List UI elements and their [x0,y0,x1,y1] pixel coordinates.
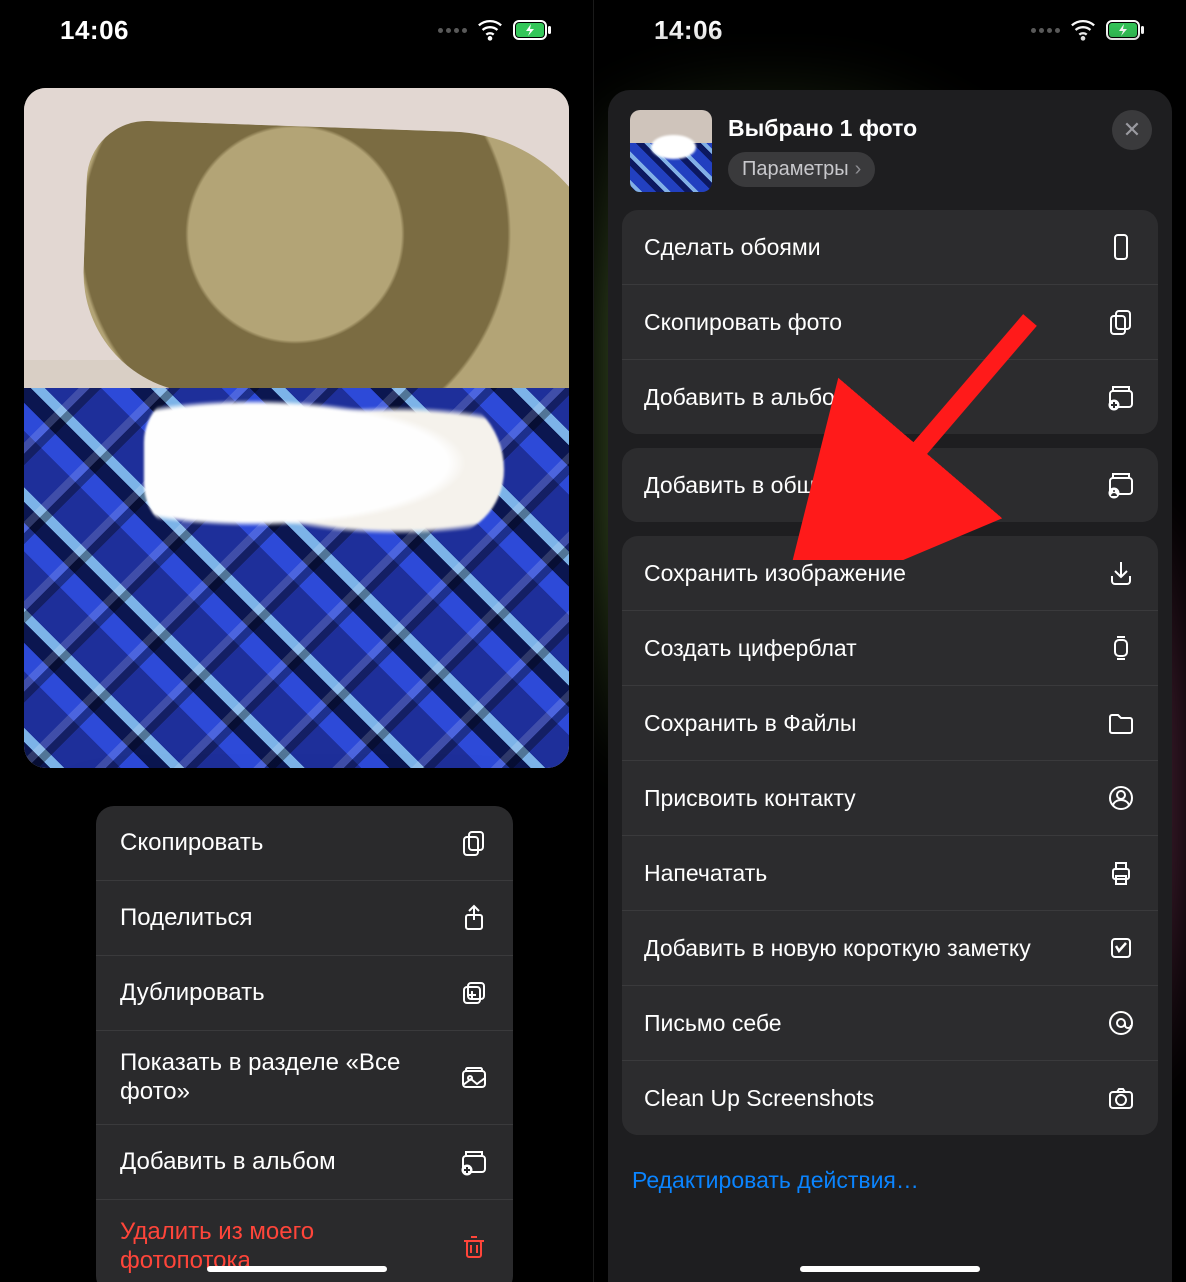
menu-item-duplicate[interactable]: Дублировать [96,955,513,1030]
action-print[interactable]: Напечатать [622,835,1158,910]
share-icon [459,903,489,933]
action-label: Сделать обоями [644,234,1106,261]
action-save-to-files[interactable]: Сохранить в Файлы [622,685,1158,760]
action-create-watchface[interactable]: Создать циферблат [622,610,1158,685]
context-menu: Скопировать Поделиться Дублировать Показ… [96,806,513,1282]
person-icon [1106,783,1136,813]
menu-item-copy[interactable]: Скопировать [96,806,513,880]
action-add-to-quick-note[interactable]: Добавить в новую короткую заметку [622,910,1158,985]
status-time: 14:06 [654,15,723,46]
wifi-icon [1070,17,1096,43]
menu-item-share[interactable]: Поделиться [96,880,513,955]
left-screenshot: 14:06 Скопировать Поделиться Дублировать [0,0,593,1282]
menu-item-label: Добавить в альбом [120,1148,459,1176]
action-label: Добавить в новую короткую заметку [644,935,1106,962]
cellular-dots-icon [1031,28,1060,33]
watch-icon [1106,633,1136,663]
photo-preview[interactable] [24,88,569,768]
copy-icon [1106,307,1136,337]
close-icon: ✕ [1123,117,1141,143]
close-button[interactable]: ✕ [1112,110,1152,150]
action-label: Добавить в общий альбом [644,472,1106,499]
at-icon [1106,1008,1136,1038]
action-label: Письмо себе [644,1010,1106,1037]
share-sheet: Выбрано 1 фото Параметры › ✕ Сделать обо… [608,90,1172,1282]
action-group-3: Сохранить изображение Создать циферблат … [622,536,1158,1135]
shared-album-icon [1106,470,1136,500]
action-label: Сохранить изображение [644,560,1106,587]
status-bar: 14:06 [594,0,1186,60]
action-label: Присвоить контакту [644,785,1106,812]
wifi-icon [477,17,503,43]
photo-thumbnail[interactable] [630,110,712,192]
action-assign-to-contact[interactable]: Присвоить контакту [622,760,1158,835]
action-set-wallpaper[interactable]: Сделать обоями [622,210,1158,284]
action-label: Создать циферблат [644,635,1106,662]
copy-icon [459,828,489,858]
action-label: Добавить в альбом [644,384,1106,411]
action-mail-to-self[interactable]: Письмо себе [622,985,1158,1060]
gallery-icon [459,1063,489,1093]
action-label: Напечатать [644,860,1106,887]
menu-item-label: Скопировать [120,829,459,857]
action-clean-up-screenshots[interactable]: Clean Up Screenshots [622,1060,1158,1135]
action-label: Сохранить в Файлы [644,710,1106,737]
album-add-icon [459,1147,489,1177]
battery-charging-icon [1106,20,1146,40]
action-add-to-album[interactable]: Добавить в альбом [622,359,1158,434]
print-icon [1106,858,1136,888]
menu-item-label: Показать в разделе «Все фото» [120,1049,459,1107]
parameters-button[interactable]: Параметры › [728,152,875,187]
download-icon [1106,558,1136,588]
parameters-label: Параметры [742,158,849,181]
action-label: Clean Up Screenshots [644,1085,1106,1112]
action-group-1: Сделать обоями Скопировать фото Добавить… [622,210,1158,434]
status-time: 14:06 [60,15,129,46]
action-label: Скопировать фото [644,309,1106,336]
share-sheet-title: Выбрано 1 фото [728,115,917,142]
camera-icon [1106,1083,1136,1113]
phone-icon [1106,232,1136,262]
menu-item-label: Поделиться [120,904,459,932]
album-add-icon [1106,382,1136,412]
folder-icon [1106,708,1136,738]
share-sheet-header: Выбрано 1 фото Параметры › ✕ [622,104,1158,210]
home-indicator[interactable] [800,1266,980,1272]
menu-item-show-all-photos[interactable]: Показать в разделе «Все фото» [96,1030,513,1125]
action-copy-photo[interactable]: Скопировать фото [622,284,1158,359]
battery-charging-icon [513,20,553,40]
menu-item-label: Дублировать [120,979,459,1007]
cellular-dots-icon [438,28,467,33]
menu-item-add-to-album[interactable]: Добавить в альбом [96,1124,513,1199]
trash-icon [459,1232,489,1262]
duplicate-icon [459,978,489,1008]
action-add-to-shared-album[interactable]: Добавить в общий альбом [622,448,1158,522]
note-icon [1106,933,1136,963]
right-screenshot: 14:06 Выбрано 1 фото Параметры › ✕ [593,0,1186,1282]
home-indicator[interactable] [207,1266,387,1272]
action-group-2: Добавить в общий альбом [622,448,1158,522]
edit-actions-link[interactable]: Редактировать действия… [622,1149,1158,1216]
action-save-image[interactable]: Сохранить изображение [622,536,1158,610]
chevron-right-icon: › [855,158,862,181]
status-bar: 14:06 [0,0,593,60]
